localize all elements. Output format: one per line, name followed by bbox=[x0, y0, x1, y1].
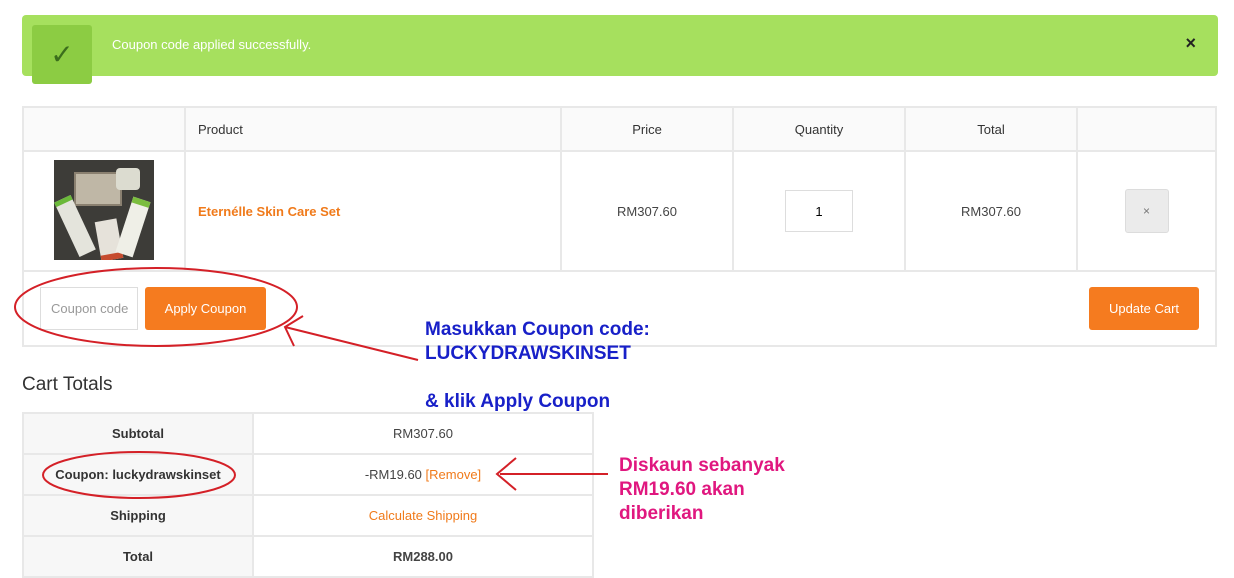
coupon-value-cell: -RM19.60 [Remove] bbox=[252, 453, 594, 496]
totals-row-coupon: Coupon: luckydrawskinset -RM19.60 [Remov… bbox=[22, 453, 594, 496]
update-cart-button[interactable]: Update Cart bbox=[1089, 287, 1199, 330]
header-product: Product bbox=[184, 106, 562, 152]
apply-coupon-button[interactable]: Apply Coupon bbox=[145, 287, 266, 330]
subtotal-label: Subtotal bbox=[22, 412, 254, 455]
shipping-value-cell: Calculate Shipping bbox=[252, 494, 594, 537]
product-total: RM307.60 bbox=[904, 150, 1078, 272]
discount-line1: Diskaun sebanyak bbox=[619, 455, 785, 476]
coupon-label: Coupon: luckydrawskinset bbox=[22, 453, 254, 496]
remove-item-button[interactable]: × bbox=[1124, 189, 1169, 233]
totals-row-subtotal: Subtotal RM307.60 bbox=[22, 412, 594, 455]
header-total: Total bbox=[904, 106, 1078, 152]
coupon-instruction-line2: LUCKYDRAWSKINSET bbox=[425, 343, 631, 364]
discount-line2: RM19.60 akan bbox=[619, 479, 745, 500]
calculate-shipping-link[interactable]: Calculate Shipping bbox=[369, 508, 477, 523]
header-price: Price bbox=[560, 106, 734, 152]
product-thumbnail-cell bbox=[22, 150, 186, 272]
header-thumbnail bbox=[22, 106, 186, 152]
product-name-cell: Eternélle Skin Care Set bbox=[184, 150, 562, 272]
subtotal-value: RM307.60 bbox=[252, 412, 594, 455]
coupon-code-input[interactable] bbox=[40, 287, 138, 330]
success-notice: ✓ Coupon code applied successfully. × bbox=[22, 15, 1218, 84]
check-icon: ✓ bbox=[32, 25, 92, 84]
coupon-instruction-line1: Masukkan Coupon code: bbox=[425, 319, 650, 340]
cart-table: Product Price Quantity Total Eternélle S… bbox=[22, 106, 1217, 272]
header-remove bbox=[1076, 106, 1217, 152]
coupon-discount-value: -RM19.60 bbox=[364, 467, 422, 482]
shipping-label: Shipping bbox=[22, 494, 254, 537]
coupon-instruction-line3: & klik Apply Coupon bbox=[425, 391, 611, 412]
discount-line3: diberikan bbox=[619, 503, 704, 524]
total-label: Total bbox=[22, 535, 254, 578]
coupon-instruction-annotation: Masukkan Coupon code: LUCKYDRAWSKINSET &… bbox=[425, 318, 650, 414]
discount-annotation: Diskaun sebanyak RM19.60 akan diberikan bbox=[619, 454, 785, 526]
remove-coupon-link[interactable]: [Remove] bbox=[426, 467, 482, 482]
header-quantity: Quantity bbox=[732, 106, 906, 152]
product-name-link[interactable]: Eternélle Skin Care Set bbox=[198, 204, 340, 219]
quantity-input[interactable] bbox=[785, 190, 853, 232]
remove-cell: × bbox=[1076, 150, 1217, 272]
close-icon[interactable]: × bbox=[1185, 33, 1196, 54]
cart-header-row: Product Price Quantity Total bbox=[22, 106, 1217, 152]
product-price: RM307.60 bbox=[560, 150, 734, 272]
totals-row-shipping: Shipping Calculate Shipping bbox=[22, 494, 594, 537]
notice-message: Coupon code applied successfully. bbox=[112, 37, 312, 52]
totals-row-total: Total RM288.00 bbox=[22, 535, 594, 578]
cart-totals-table: Subtotal RM307.60 Coupon: luckydrawskins… bbox=[22, 412, 594, 578]
cart-item-row: Eternélle Skin Care Set RM307.60 RM307.6… bbox=[22, 150, 1217, 272]
total-value: RM288.00 bbox=[252, 535, 594, 578]
quantity-cell bbox=[732, 150, 906, 272]
cart-totals-title: Cart Totals bbox=[22, 374, 113, 395]
product-thumbnail[interactable] bbox=[54, 159, 154, 260]
